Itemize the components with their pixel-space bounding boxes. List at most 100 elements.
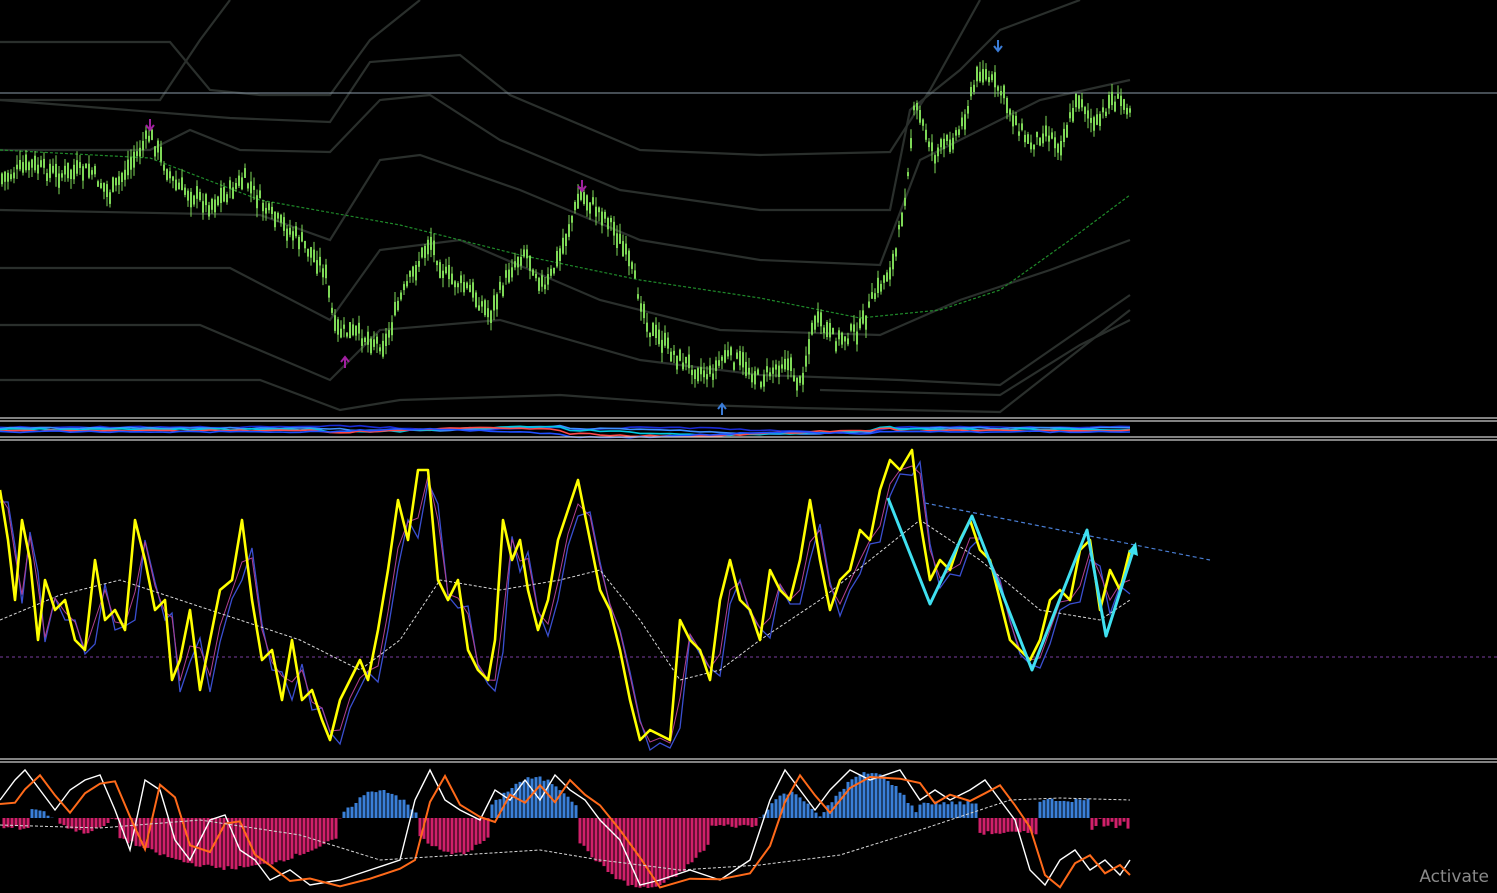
candle-body	[172, 177, 174, 181]
price-panel[interactable]	[0, 0, 1497, 415]
candle-body	[529, 256, 531, 271]
macd-histogram-bar	[475, 818, 478, 845]
candle-body	[466, 283, 468, 289]
candle-body	[973, 85, 975, 92]
candle-body	[367, 332, 369, 345]
candle-body	[475, 293, 477, 308]
candle-body	[223, 187, 225, 201]
macd-histogram-bar	[691, 818, 694, 862]
candle-body	[958, 129, 960, 135]
macd-histogram-bar	[771, 803, 774, 818]
candle-body	[196, 186, 198, 199]
macd-histogram-bar	[611, 818, 614, 874]
candle-body	[124, 170, 126, 180]
candle-body	[40, 160, 42, 167]
candle-body	[442, 271, 444, 278]
candle-body	[667, 338, 669, 349]
macd-histogram-bar	[535, 777, 538, 818]
macd-panel[interactable]	[0, 770, 1130, 888]
chart-window[interactable]: Activate	[0, 0, 1497, 889]
candle-body	[706, 374, 708, 379]
macd-histogram-bar	[1127, 818, 1130, 829]
candle-body	[643, 304, 645, 318]
candle-body	[484, 300, 486, 315]
candle-body	[463, 282, 465, 292]
candle-body	[160, 147, 162, 162]
macd-histogram-bar	[435, 818, 438, 846]
macd-histogram-bar	[575, 805, 578, 818]
candle-body	[19, 160, 21, 169]
panel-separators[interactable]	[0, 418, 1497, 762]
chart-canvas[interactable]	[0, 0, 1497, 889]
macd-histogram-bar	[287, 818, 290, 860]
macd-histogram-bar	[343, 812, 346, 818]
candle-body	[520, 257, 522, 266]
bollinger-band-line	[0, 240, 1130, 335]
candle-body	[688, 355, 690, 369]
candle-body	[1105, 112, 1107, 116]
candle-body	[592, 197, 594, 204]
candle-body	[853, 324, 855, 331]
candle-body	[595, 207, 597, 217]
candle-body	[430, 237, 432, 250]
candle-body	[154, 146, 156, 156]
macd-histogram-bar	[1035, 818, 1038, 834]
macd-histogram-bar	[939, 804, 942, 818]
candle-body	[622, 241, 624, 256]
macd-histogram-bar	[911, 806, 914, 819]
candle-body	[265, 208, 267, 214]
candle-body	[94, 166, 96, 174]
candle-body	[1054, 137, 1056, 148]
macd-histogram-bar	[219, 818, 222, 868]
candle-body	[871, 292, 873, 299]
candle-body	[907, 172, 909, 176]
macd-histogram-bar	[399, 800, 402, 818]
candle-body	[700, 367, 702, 374]
macd-histogram-bar	[351, 807, 354, 818]
candle-body	[112, 177, 114, 192]
candle-body	[424, 246, 426, 258]
macd-histogram-bar	[599, 818, 602, 862]
bollinger-band-line	[0, 0, 230, 100]
candle-body	[37, 165, 39, 174]
candle-body	[730, 347, 732, 355]
candle-body	[1018, 131, 1020, 135]
candle-body	[331, 308, 333, 313]
candle-body	[316, 260, 318, 274]
candle-body	[1024, 135, 1026, 142]
macd-histogram-bar	[307, 818, 310, 852]
macd-histogram-bar	[891, 785, 894, 818]
candle-body	[796, 378, 798, 391]
macd-histogram-bar	[431, 818, 434, 846]
stochastic-panel[interactable]	[0, 450, 1497, 750]
candle-body	[322, 268, 324, 277]
macd-histogram-bar	[31, 809, 34, 818]
macd-histogram-bar	[847, 782, 850, 818]
macd-histogram-bar	[323, 818, 326, 844]
candle-body	[178, 183, 180, 190]
candle-body	[997, 86, 999, 90]
macd-histogram-bar	[883, 776, 886, 818]
candle-body	[664, 333, 666, 346]
candle-body	[1000, 91, 1002, 95]
macd-histogram-bar	[91, 818, 94, 831]
macd-histogram-bar	[103, 818, 106, 826]
candle-body	[604, 212, 606, 219]
candle-body	[895, 248, 897, 256]
candle-body	[16, 165, 18, 170]
macd-histogram-bar	[663, 818, 666, 883]
candle-body	[88, 164, 90, 178]
candle-body	[1048, 136, 1050, 142]
candle-body	[655, 325, 657, 338]
candle-body	[469, 285, 471, 292]
candle-body	[127, 160, 129, 176]
candle-body	[364, 338, 366, 342]
candle-body	[487, 308, 489, 317]
macd-histogram-bar	[471, 818, 474, 850]
candle-body	[457, 283, 459, 287]
candle-body	[841, 333, 843, 345]
candle-body	[625, 244, 627, 255]
candle-body	[1039, 138, 1041, 146]
candle-body	[589, 202, 591, 213]
candle-body	[685, 357, 687, 364]
